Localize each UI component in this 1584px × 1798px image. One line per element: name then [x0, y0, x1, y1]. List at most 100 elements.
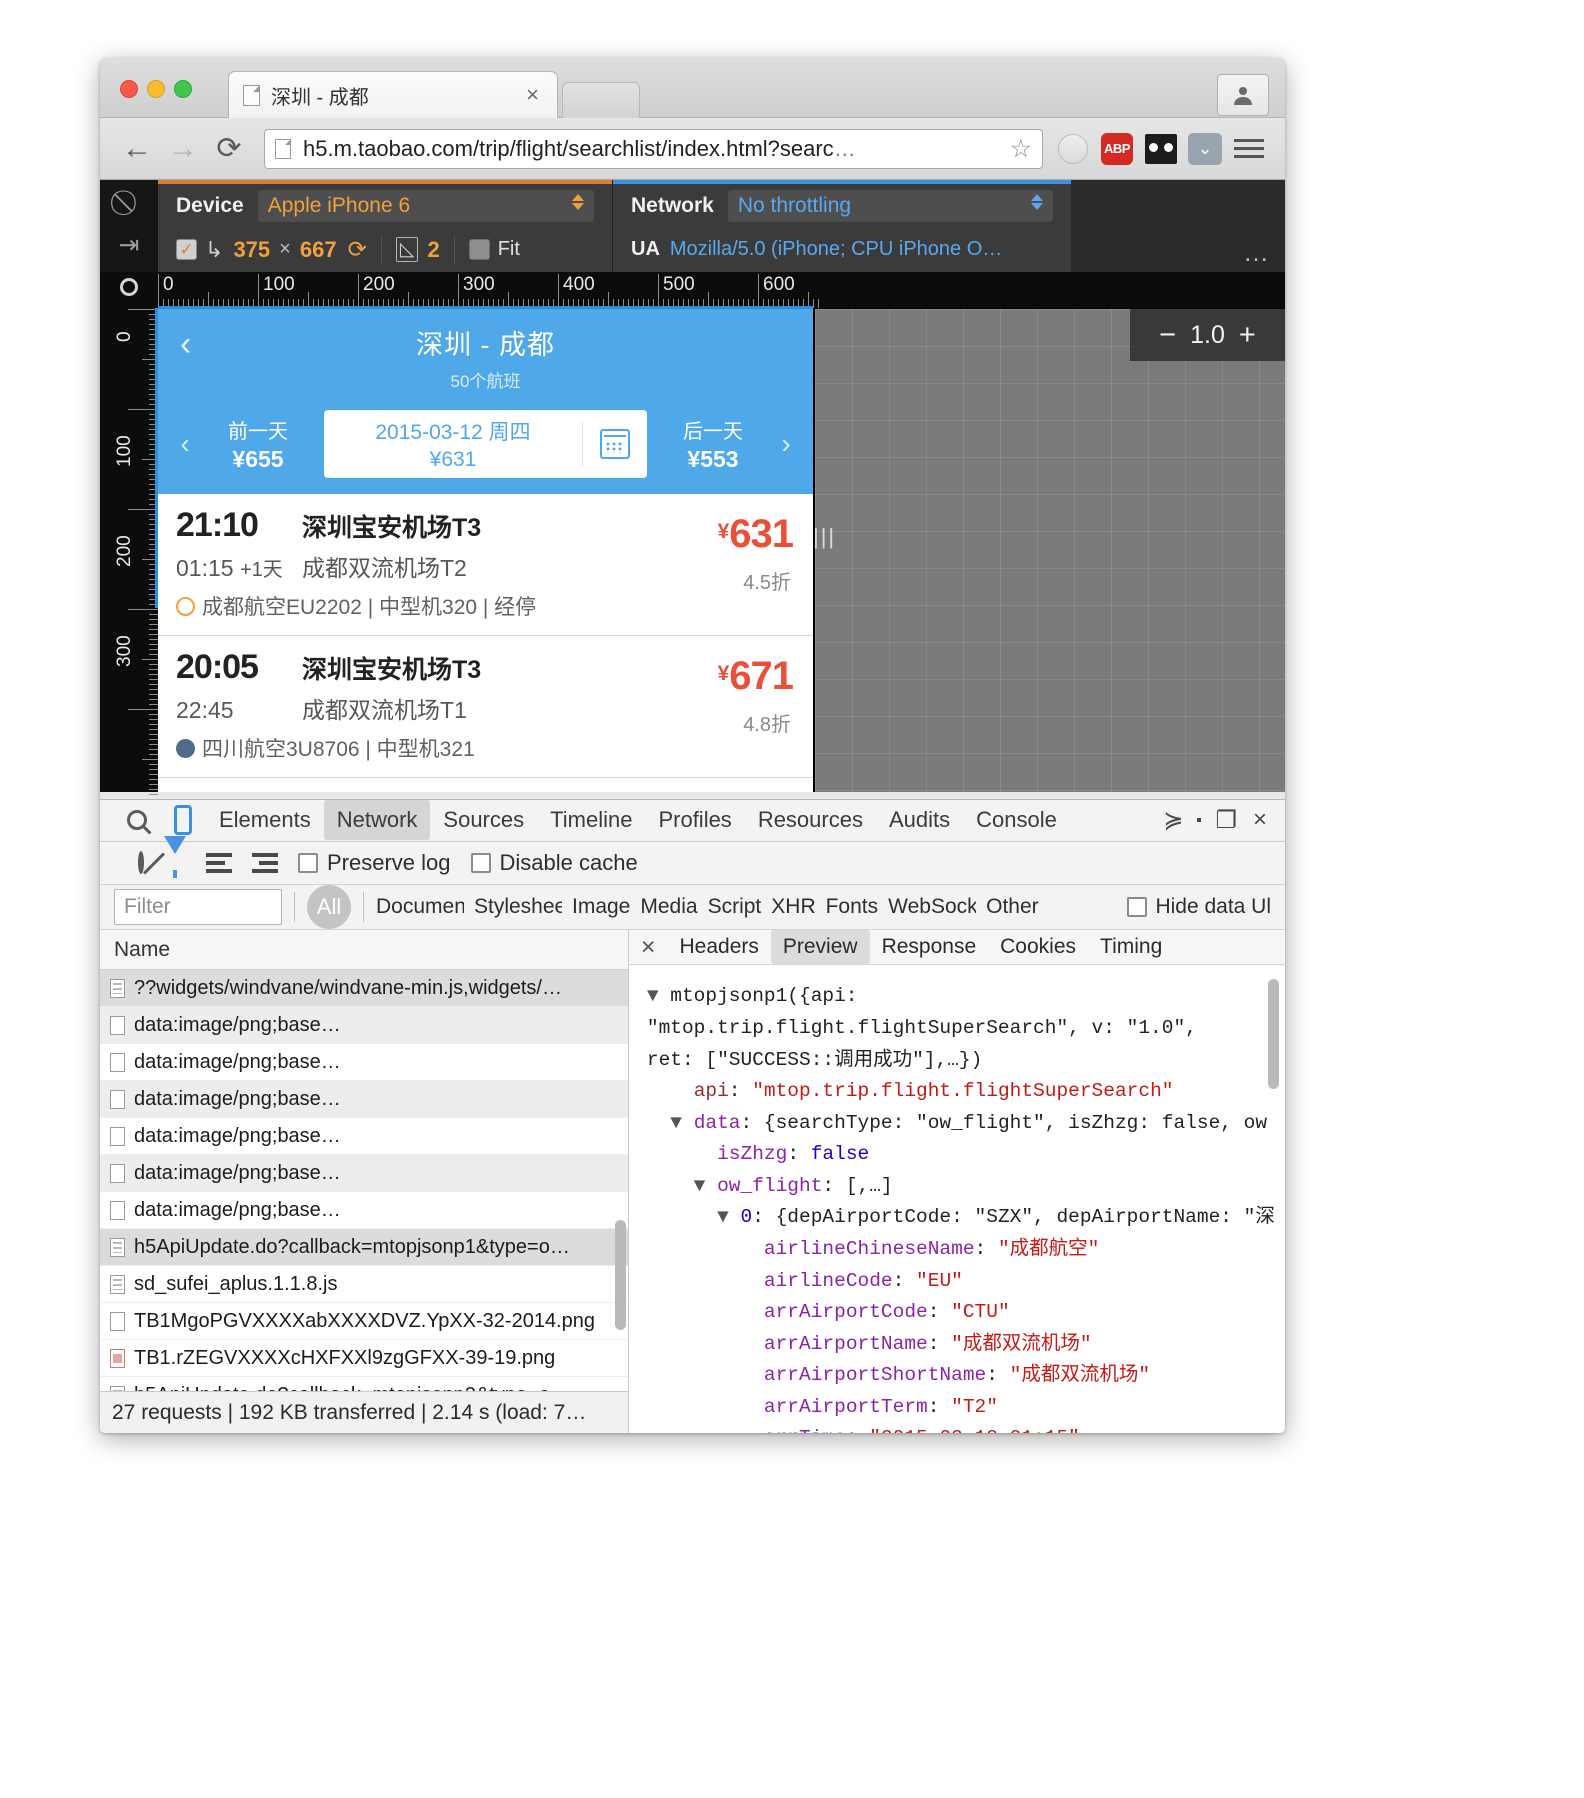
filter-all-button[interactable]: All [307, 885, 351, 930]
tab-profiles[interactable]: Profiles [645, 800, 744, 840]
filter-type-xhr[interactable]: XHR [771, 895, 815, 919]
extension-abp-button[interactable]: ABP [1095, 132, 1139, 165]
zoom-out-button[interactable]: − [1159, 319, 1176, 352]
device-height-input[interactable]: 667 [300, 237, 337, 263]
preserve-log-checkbox[interactable] [298, 853, 318, 874]
clear-button[interactable] [138, 851, 144, 875]
table-row[interactable]: sd_sufei_aplus.1.1.8.js [100, 1266, 628, 1304]
tab-console[interactable]: Console [963, 800, 1070, 840]
table-row[interactable]: TB1MgoPGVXXXXabXXXXDVZ.YpXX-32-2014.png [100, 1303, 628, 1341]
table-row[interactable]: h5ApiUpdate.do?callback=mtopjsonp1&type=… [100, 1229, 628, 1267]
toggle-device-mode-button[interactable] [160, 805, 206, 836]
tab-network[interactable]: Network [323, 800, 431, 841]
hide-data-urls-toggle[interactable]: Hide data Ul [1127, 895, 1271, 919]
flight-list-item[interactable]: 20:05 深圳宝安机场T3 22:45 成都双流机场T1 四川航空3U8706… [158, 636, 813, 778]
hamburger-icon [1234, 139, 1264, 158]
preserve-log-toggle[interactable]: Preserve log [298, 850, 451, 876]
json-scrollbar[interactable] [1268, 979, 1279, 1090]
prev-day-arrow-icon[interactable]: ‹ [172, 428, 198, 460]
view-timeline-button[interactable] [252, 853, 278, 874]
tab-timing[interactable]: Timing [1088, 930, 1174, 964]
next-day-arrow-icon[interactable]: › [773, 428, 799, 460]
device-enable-checkbox[interactable]: ✓ [176, 239, 197, 260]
extension-globe-button[interactable] [1051, 133, 1095, 164]
tab-headers[interactable]: Headers [667, 930, 770, 964]
fit-checkbox[interactable]: ✓ [468, 239, 490, 260]
filter-type-script[interactable]: Script [708, 895, 762, 919]
tab-resources[interactable]: Resources [745, 800, 876, 840]
tab-title: 深圳 - 成都 [271, 86, 369, 109]
table-row[interactable]: data:image/png;base… [100, 1192, 628, 1230]
filter-type-stylesheet[interactable]: Styleshee [474, 895, 562, 919]
tab-elements[interactable]: Elements [206, 800, 324, 840]
table-row[interactable]: TB1.rZEGVXXXXcHXFXXl9zgGFXX-39-19.png [100, 1340, 628, 1378]
device-width-input[interactable]: 375 [233, 237, 270, 263]
forward-button[interactable]: → [160, 133, 206, 164]
network-conditions-icon[interactable]: ⇥ [119, 233, 140, 258]
filter-type-other[interactable]: Other [986, 895, 1039, 919]
device-select[interactable]: Apple iPhone 6 [257, 189, 594, 222]
device-pixel-ratio-input[interactable]: 2 [427, 237, 439, 263]
minimize-window-button[interactable] [147, 80, 165, 98]
filter-toggle-button[interactable] [164, 836, 186, 872]
next-day-button[interactable]: 后一天 ¥553 [657, 415, 769, 473]
prev-day-button[interactable]: 前一天 ¥655 [202, 415, 314, 473]
close-detail-icon[interactable]: × [641, 933, 656, 962]
disable-cache-toggle[interactable]: Disable cache [470, 850, 638, 876]
filter-type-document[interactable]: Documen [376, 895, 464, 919]
tab-response[interactable]: Response [870, 930, 989, 964]
filter-type-fonts[interactable]: Fonts [826, 895, 879, 919]
filter-type-media[interactable]: Media [640, 895, 697, 919]
extension-pocket-button[interactable]: ⌄ [1183, 132, 1227, 165]
inspect-element-button[interactable] [114, 810, 160, 831]
view-list-button[interactable] [206, 853, 232, 874]
new-tab-button[interactable] [562, 82, 640, 118]
throttling-select[interactable]: No throttling [727, 189, 1053, 222]
disable-cache-checkbox[interactable] [470, 853, 491, 874]
filter-input[interactable]: Filter [114, 889, 282, 926]
back-button[interactable]: ← [114, 133, 160, 164]
mobile-back-icon[interactable]: ‹ [180, 325, 191, 364]
request-list-scrollbar[interactable] [614, 1220, 626, 1331]
tab-timeline[interactable]: Timeline [537, 800, 645, 840]
table-row[interactable]: data:image/png;base… [100, 1007, 628, 1045]
browser-tab[interactable]: 深圳 - 成都 × [228, 71, 558, 118]
browser-menu-button[interactable] [1227, 139, 1271, 158]
filter-type-websocket[interactable]: WebSocke [888, 895, 976, 919]
tab-sources[interactable]: Sources [430, 800, 537, 840]
show-drawer-icon[interactable]: ≽ [1163, 806, 1183, 835]
swap-dimensions-icon[interactable]: ↳ [205, 237, 223, 263]
calendar-button[interactable] [583, 429, 647, 459]
table-row[interactable]: h5ApiUpdate.do?callback=mtopjsonp2&type=… [100, 1377, 628, 1392]
rotate-icon[interactable]: ⟳ [348, 236, 367, 263]
table-row[interactable]: data:image/png;base… [100, 1118, 628, 1156]
reload-button[interactable]: ⟳ [206, 133, 252, 164]
flight-list-item[interactable]: 21:10 深圳宝安机场T3 01:15 +1天 成都双流机场T2 成都航空EU… [158, 494, 813, 636]
current-date-box[interactable]: 2015-03-12 周四 ¥631 [324, 410, 647, 478]
tab-close-icon[interactable]: × [522, 84, 543, 106]
close-window-button[interactable] [120, 80, 138, 98]
bookmark-star-icon[interactable]: ☆ [1010, 134, 1032, 164]
tab-cookies[interactable]: Cookies [988, 930, 1088, 964]
table-row[interactable]: ??widgets/windvane/windvane-min.js,widge… [100, 970, 628, 1008]
table-row[interactable]: data:image/png;base… [100, 1044, 628, 1082]
dock-side-icon[interactable]: ❐ [1215, 806, 1237, 835]
hide-data-urls-checkbox[interactable] [1127, 897, 1148, 918]
emulation-more-icon[interactable]: … [1243, 237, 1271, 268]
table-row[interactable]: data:image/png;base… [100, 1155, 628, 1193]
zoom-in-button[interactable]: + [1239, 319, 1256, 352]
table-row[interactable]: data:image/png;base… [100, 1081, 628, 1119]
profile-button[interactable] [1217, 74, 1269, 116]
request-list-header[interactable]: Name [100, 930, 628, 971]
extension-fox-button[interactable] [1139, 133, 1183, 164]
close-devtools-icon[interactable]: × [1253, 806, 1267, 834]
maximize-window-button[interactable] [174, 80, 192, 98]
viewport-resize-handle[interactable]: ||| [813, 517, 834, 557]
tab-audits[interactable]: Audits [876, 800, 963, 840]
flight-list-item[interactable]: 12:10 深圳宝安机场T3 ¥687 [158, 778, 813, 792]
address-bar[interactable]: h5.m.taobao.com/trip/flight/searchlist/i… [264, 128, 1043, 169]
filter-type-image[interactable]: Image [572, 895, 630, 919]
json-line: ▼ 0: {depAirportCode: "SZX", depAirportN… [646, 1206, 1275, 1229]
ua-value[interactable]: Mozilla/5.0 (iPhone; CPU iPhone O… [670, 238, 1002, 261]
tab-preview[interactable]: Preview [770, 930, 870, 965]
